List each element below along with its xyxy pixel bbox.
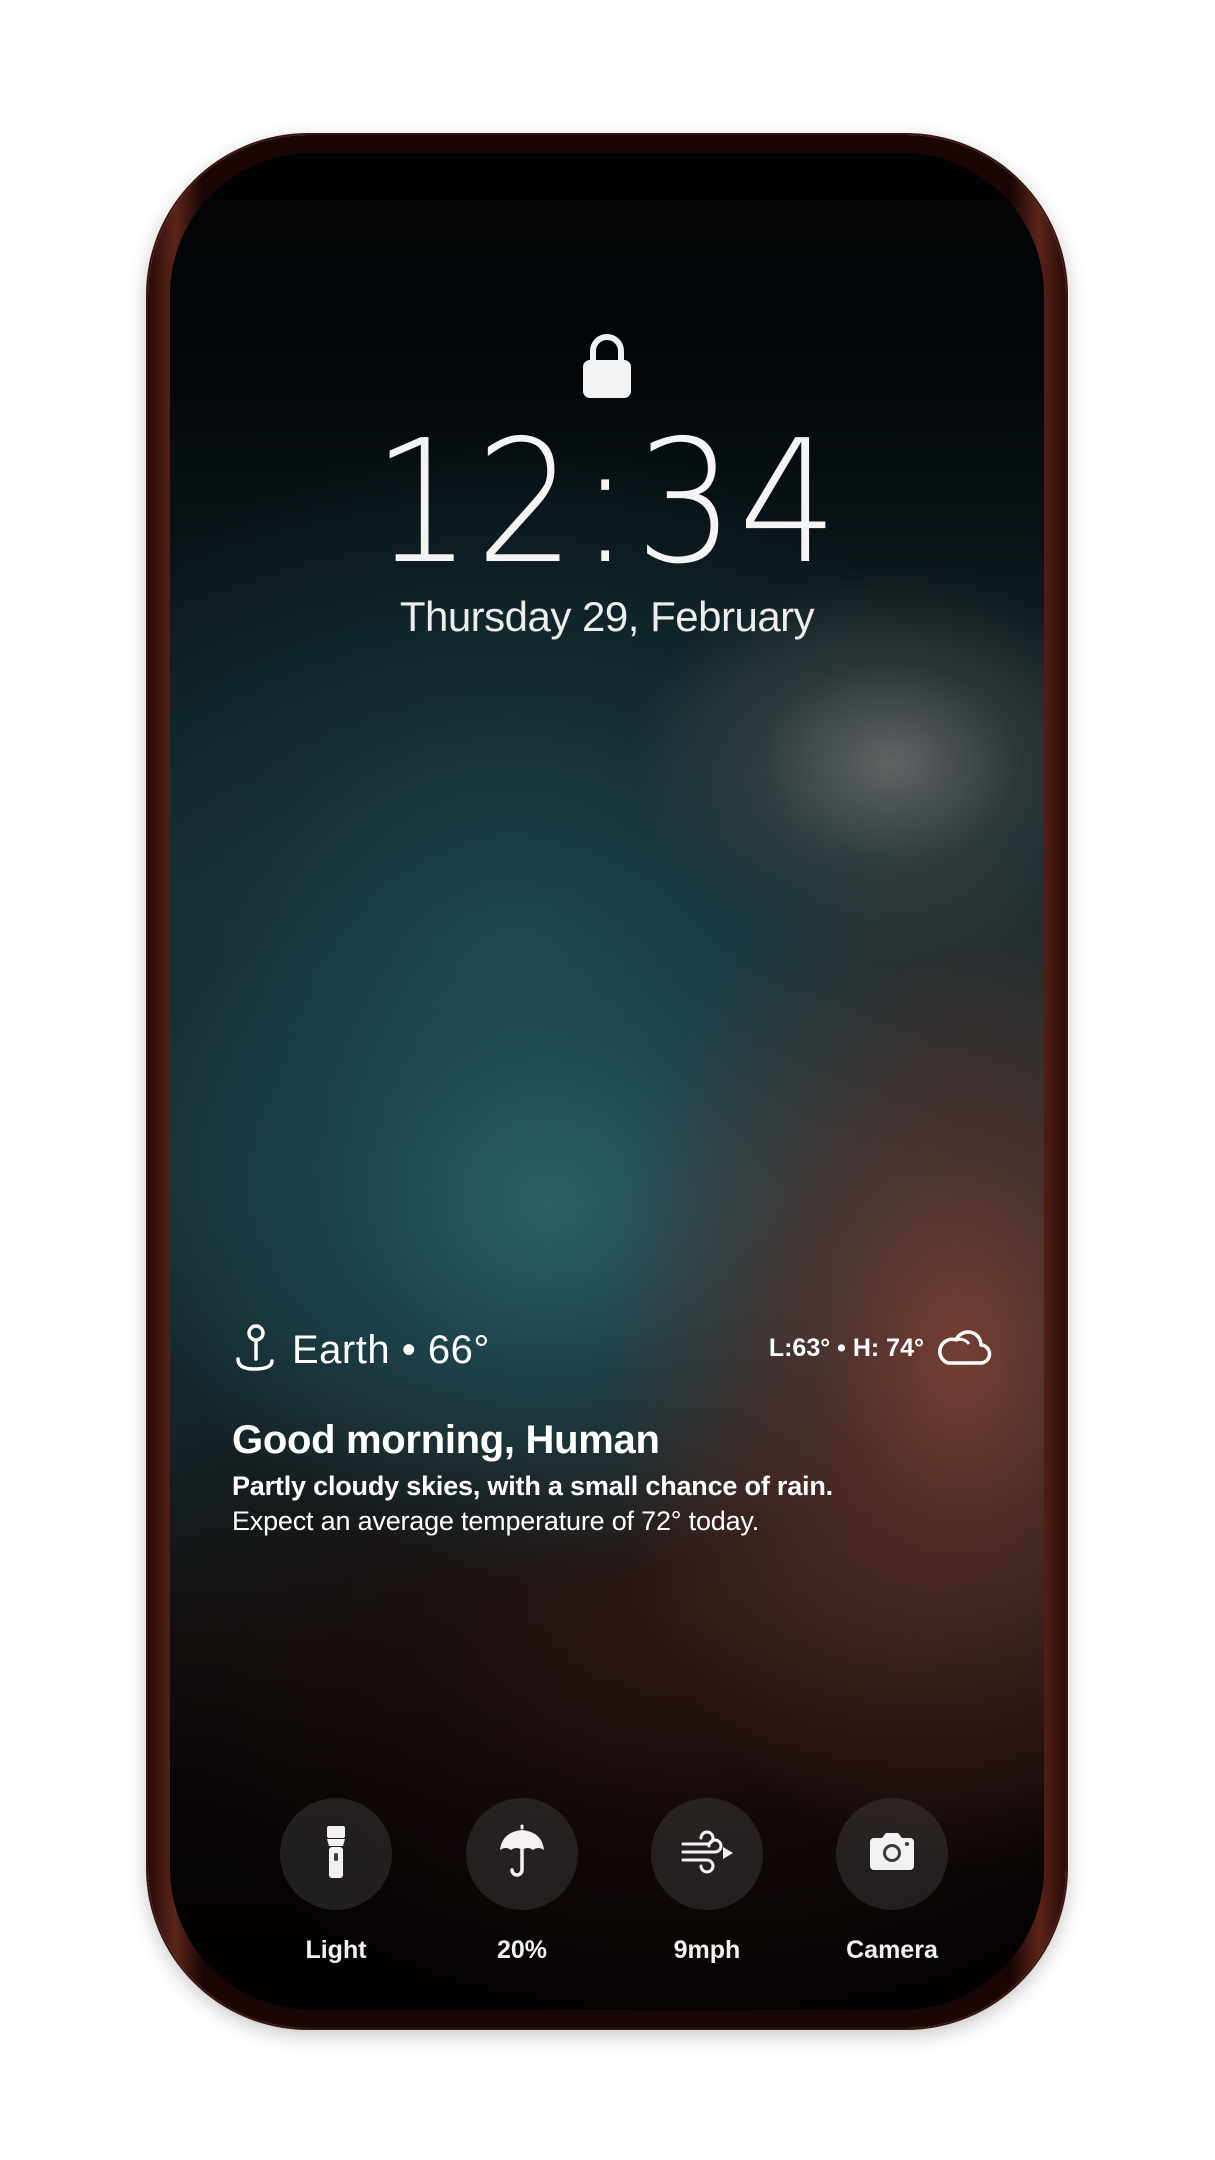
wind-button[interactable] (651, 1798, 763, 1910)
rain-chance-action[interactable]: 20% (452, 1798, 592, 1965)
flashlight-label: Light (305, 1936, 367, 1964)
high-low-text: L:63° • H: 74° (768, 1334, 924, 1362)
lock-icon (581, 333, 633, 399)
camera-icon (862, 1822, 922, 1887)
flashlight-button[interactable] (280, 1798, 392, 1910)
quick-actions: Light 20% 9mph Camera (170, 1798, 1044, 1978)
rain-chance-label: 20% (496, 1936, 548, 1964)
phone-frame: 12:34 Thursday 29, February Earth • 66° … (148, 135, 1066, 2028)
wind-action[interactable]: 9mph (637, 1798, 777, 1965)
camera-action[interactable]: Camera (822, 1798, 962, 1965)
clock-time: 12:34 (372, 404, 842, 602)
camera-button[interactable] (836, 1798, 948, 1910)
flashlight-icon (306, 1822, 366, 1887)
flashlight-action[interactable]: Light (266, 1798, 406, 1965)
rain-chance-button[interactable] (466, 1798, 578, 1910)
weather-summary: Earth • 66° L:63° • H: 74° (232, 1323, 992, 1383)
wind-speed-label: 9mph (673, 1936, 741, 1964)
cloud-icon (934, 1325, 992, 1372)
location-temperature: Earth • 66° (292, 1328, 490, 1372)
greeting-title: Good morning, Human (232, 1418, 660, 1462)
high-low-forecast: L:63° • H: 74° (769, 1325, 992, 1372)
pin-icon (232, 1323, 276, 1378)
lock-screen: 12:34 Thursday 29, February Earth • 66° … (170, 153, 1044, 2010)
forecast-summary: Partly cloudy skies, with a small chance… (232, 1471, 833, 1501)
forecast-detail: Expect an average temperature of 72° tod… (232, 1506, 760, 1536)
wind-icon (677, 1822, 737, 1887)
camera-label: Camera (846, 1936, 938, 1964)
clock-date: Thursday 29, February (399, 593, 815, 640)
location-weather: Earth • 66° (232, 1323, 490, 1378)
greeting-block: Good morning, Human Partly cloudy skies,… (232, 1418, 992, 1537)
umbrella-icon (492, 1822, 552, 1887)
